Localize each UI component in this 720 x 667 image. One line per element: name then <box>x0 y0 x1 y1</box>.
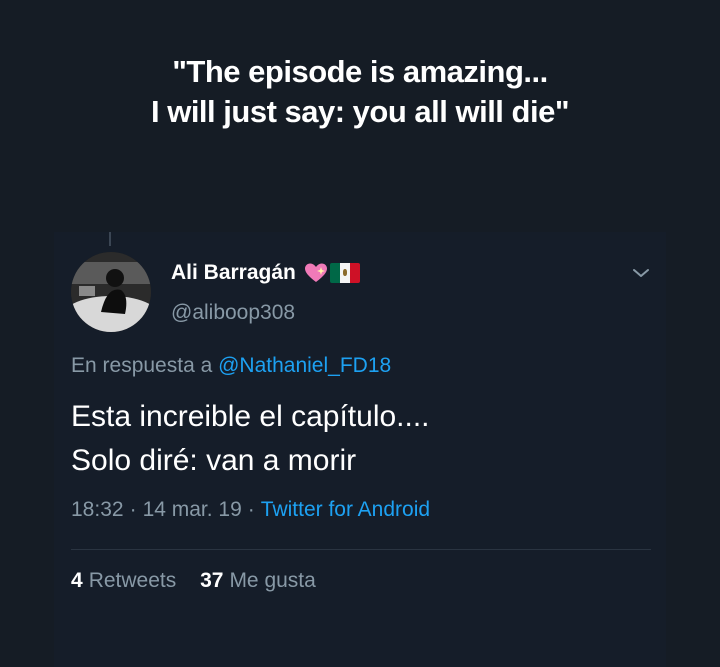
thread-connector-line <box>109 232 111 246</box>
meta-separator: · <box>129 498 137 521</box>
mexico-flag-icon <box>329 263 360 283</box>
likes-stat[interactable]: 37 Me gusta <box>200 569 316 593</box>
reply-to-mention-link[interactable]: @Nathaniel_FD18 <box>218 354 391 377</box>
meta-separator: · <box>247 498 255 521</box>
caption-line-2: I will just say: you all will die" <box>150 94 570 129</box>
retweets-stat[interactable]: 4 Retweets <box>71 569 176 593</box>
likes-count: 37 <box>200 569 224 592</box>
tweet-text: Esta increible el capítulo.... Solo diré… <box>71 395 430 483</box>
author-display-name[interactable]: Ali Barragán <box>171 261 296 285</box>
author-name-row[interactable]: Ali Barragán <box>171 261 360 285</box>
tweet-time: 18:32 <box>71 498 124 521</box>
retweets-count: 4 <box>71 569 83 592</box>
tweet-metadata: 18:32 · 14 mar. 19 · Twitter for Android <box>71 498 430 522</box>
source-client-link[interactable]: Twitter for Android <box>261 498 430 521</box>
caption-line-1: "The episode is amazing... <box>172 54 548 89</box>
sparkling-heart-icon <box>304 262 328 284</box>
stats-divider <box>71 549 651 550</box>
reply-prefix: En respuesta a <box>71 354 213 377</box>
tweet-card[interactable]: Ali Barragán @aliboop308 En respuesta a … <box>54 232 666 667</box>
tweet-text-line-2: Solo diré: van a morir <box>71 444 357 477</box>
reply-context: En respuesta a @Nathaniel_FD18 <box>71 354 391 378</box>
chevron-down-icon[interactable] <box>631 266 651 280</box>
tweet-text-line-1: Esta increible el capítulo.... <box>71 400 430 433</box>
author-handle[interactable]: @aliboop308 <box>171 301 295 325</box>
avatar[interactable] <box>71 252 151 332</box>
retweets-label: Retweets <box>88 569 177 592</box>
engagement-stats: 4 Retweets 37 Me gusta <box>71 569 316 593</box>
tweet-date: 14 mar. 19 <box>142 498 242 521</box>
meme-caption: "The episode is amazing... I will just s… <box>0 52 720 132</box>
likes-label: Me gusta <box>229 569 316 592</box>
